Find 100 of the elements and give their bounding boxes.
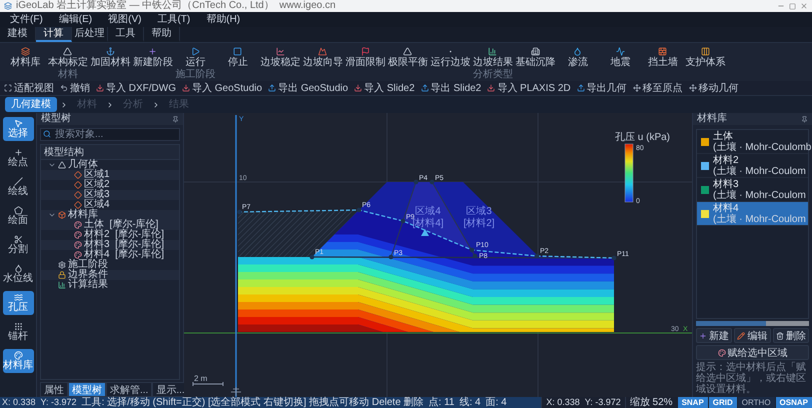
material-row[interactable]: 材料4 (土壤 · Mohr-Coulom xyxy=(697,202,808,226)
tool-button[interactable]: 孔压 xyxy=(2,291,34,315)
ribbon-button[interactable]: 边坡结果 分析类型 xyxy=(472,47,514,80)
horizontal-scrollbar[interactable] xyxy=(696,321,809,326)
region-label: [材料4] xyxy=(412,218,444,229)
maximize-icon[interactable] xyxy=(789,2,796,10)
box-icon xyxy=(58,211,66,219)
action-button[interactable]: 删除 xyxy=(772,328,809,343)
node-point[interactable] xyxy=(237,210,242,214)
move-icon xyxy=(632,84,641,92)
droplet-icon xyxy=(14,264,22,273)
tool-button[interactable]: 绘点 xyxy=(2,146,34,170)
node-point[interactable] xyxy=(534,254,540,258)
group-caption: 施工阶段 xyxy=(175,69,216,80)
tool-button[interactable]: 选择 xyxy=(2,117,34,141)
palette-icon xyxy=(14,351,22,360)
tree-item[interactable]: 区域1 xyxy=(84,170,110,180)
ribbon-button[interactable]: 支护体系 xyxy=(684,47,726,68)
plus-icon xyxy=(699,332,708,340)
node-point[interactable] xyxy=(430,180,434,184)
node-point[interactable] xyxy=(400,218,406,224)
material-row[interactable]: 材料2 (土壤 · Mohr-Coulom xyxy=(697,154,808,178)
ribbon-button[interactable]: 新建阶段 xyxy=(132,47,174,68)
workflow-step[interactable]: 几何建模 xyxy=(5,97,57,112)
panel-tab[interactable]: 模型树 xyxy=(68,382,106,397)
snap-toggle[interactable]: OSNAP xyxy=(776,397,812,408)
ribbon-button[interactable]: 地震 xyxy=(599,47,642,68)
tool-button[interactable]: 绘线 xyxy=(2,175,34,199)
ribbon-button[interactable]: 运行边坡 xyxy=(429,47,472,68)
grid-dots-icon xyxy=(14,322,22,331)
search-field[interactable]: 搜索对象... xyxy=(40,128,180,141)
ribbon-button[interactable]: 运行 施工阶段 xyxy=(174,47,216,80)
tool-button[interactable]: 水位线 xyxy=(2,262,34,286)
ribbon-button[interactable]: 边坡稳定 xyxy=(259,47,302,68)
ribbon-button[interactable]: 本构标定 材料 xyxy=(46,47,89,80)
ribbon-button[interactable]: 边坡向导 xyxy=(302,47,344,68)
toolbar-button[interactable]: 移动几何 xyxy=(688,82,739,94)
menu-item[interactable]: 工具(T) xyxy=(149,12,198,27)
tree-item[interactable]: 区域2 xyxy=(84,180,110,190)
ribbon-button[interactable]: 停止 xyxy=(216,47,259,68)
toolbar-button[interactable]: 移至原点 xyxy=(632,82,683,94)
panel-tab[interactable]: 求解管... xyxy=(106,382,152,397)
building-icon xyxy=(530,47,540,56)
scale-bar xyxy=(192,382,224,386)
node-point[interactable] xyxy=(472,254,478,258)
node-point[interactable] xyxy=(388,254,394,260)
close-icon[interactable] xyxy=(800,2,808,10)
flag-icon xyxy=(360,47,370,56)
panel-tab[interactable]: 属性 xyxy=(40,382,68,397)
line-icon xyxy=(14,177,22,186)
tool-button[interactable]: 绘面 xyxy=(2,204,34,228)
tree-item[interactable]: 材料2 [摩尔-库伦] xyxy=(84,230,164,240)
toolbar-button[interactable]: 适配视图 xyxy=(4,82,54,94)
expand-caret-icon[interactable] xyxy=(48,161,56,169)
toolbar-button[interactable]: 导出 GeoStudio xyxy=(268,82,348,94)
node-point[interactable] xyxy=(356,208,362,212)
ribbon-button[interactable]: 渗流 xyxy=(556,47,599,68)
ribbon-tab[interactable]: 计算 xyxy=(36,27,72,42)
ribbon-button[interactable]: 极限平衡 xyxy=(386,47,429,68)
toolbar-button[interactable]: 导入 Slide2 xyxy=(354,82,415,94)
ribbon-button[interactable]: 滑面限制 xyxy=(344,47,386,68)
action-button[interactable]: 新建 xyxy=(696,328,732,343)
menu-item[interactable]: 帮助(H) xyxy=(198,12,248,27)
tool-button[interactable]: 材料库 xyxy=(2,349,34,373)
section-title: 模型结构 xyxy=(41,145,179,160)
lock-icon xyxy=(58,271,66,279)
tree-item[interactable]: 材料4 [摩尔-库伦] xyxy=(84,250,164,260)
tree-item[interactable]: 区域3 xyxy=(84,190,110,200)
tree-item[interactable]: 区域4 xyxy=(84,200,110,210)
ribbon-button[interactable]: 材料库 xyxy=(4,47,46,68)
toolbar-button[interactable]: 导入 DXF/DWG xyxy=(96,82,176,94)
tool-button[interactable]: 锚杆 xyxy=(2,320,34,344)
triangle-icon xyxy=(58,161,66,169)
tree-item[interactable]: 施工阶段 xyxy=(68,260,108,270)
node-point[interactable] xyxy=(470,248,474,252)
node-point[interactable] xyxy=(612,256,616,260)
tree-item[interactable]: 几何体 xyxy=(68,160,98,170)
expand-caret-icon[interactable] xyxy=(48,211,56,219)
toolbar-button[interactable]: 导入 GeoStudio xyxy=(182,82,262,94)
ribbon-button[interactable]: 加固材料 xyxy=(89,47,132,68)
menu-item[interactable]: 编辑(E) xyxy=(50,12,100,27)
snap-toggle[interactable]: ORTHO xyxy=(738,397,775,408)
node-point[interactable] xyxy=(310,254,314,260)
ribbon-button[interactable]: 挡土墙 xyxy=(642,47,684,68)
action-button[interactable]: 编辑 xyxy=(734,328,771,343)
toolbar-button[interactable]: 撤销 xyxy=(60,82,90,94)
tree-item[interactable]: 计算结果 xyxy=(68,280,108,290)
snap-toggle[interactable]: SNAP xyxy=(678,397,708,408)
assign-button[interactable]: 赋给选中区域 xyxy=(696,345,809,360)
tool-hint: 工具: 选择/移动 (Shift=正交) [选全部模式 右键切换] 拖拽点可移动 Delete 删除 xyxy=(82,397,424,408)
menu-item[interactable]: 文件(F) xyxy=(2,12,51,27)
ribbon-tab[interactable]: 后处理 xyxy=(72,27,108,42)
toolbar-button[interactable]: 导入 PLAXIS 2D xyxy=(487,82,571,94)
toolbar-button[interactable]: 导出 Slide2 xyxy=(420,82,482,94)
toolbar-button[interactable]: 导出几何 xyxy=(576,82,627,94)
ribbon-button[interactable]: 基础沉降 xyxy=(514,47,556,68)
snap-toggle[interactable]: GRID xyxy=(708,397,737,408)
menu-item[interactable]: 视图(V) xyxy=(100,12,150,27)
node-point[interactable] xyxy=(414,180,418,184)
tool-button[interactable]: 分割 xyxy=(2,233,34,257)
